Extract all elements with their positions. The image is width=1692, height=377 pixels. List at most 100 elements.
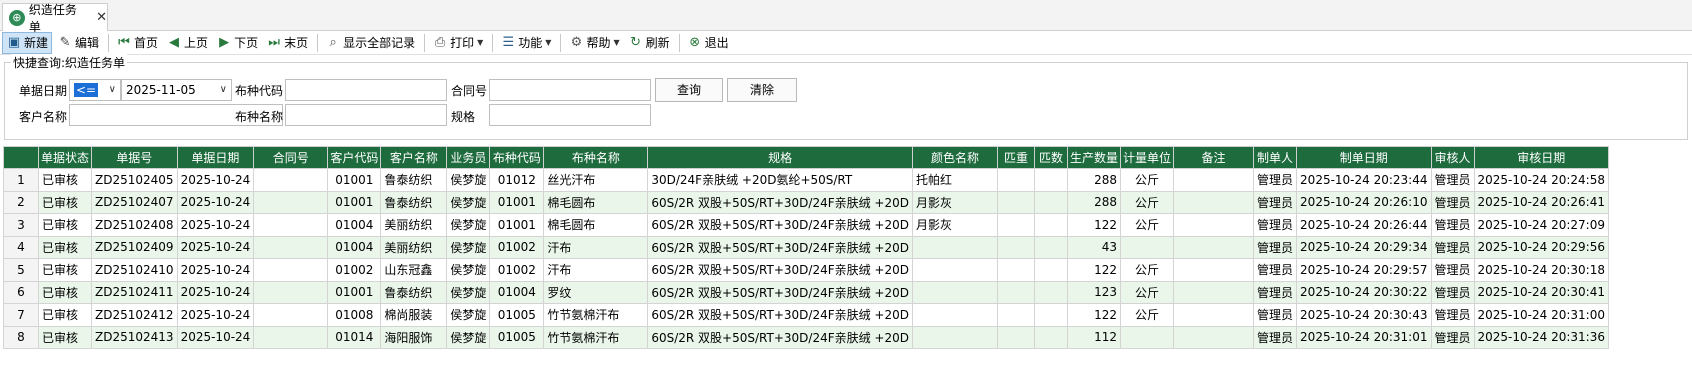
cell-piece-weight (997, 303, 1035, 327)
cell-quantity: 288 (1066, 168, 1122, 192)
prev-page-label: 上页 (184, 36, 209, 50)
refresh-button[interactable]: ↻ 刷新 (625, 32, 673, 54)
print-label: 打印 (450, 36, 475, 50)
quick-query-legend: 快捷查询:织造任务单 (11, 54, 128, 71)
cell-color-name (912, 235, 998, 259)
cell-remark (1173, 280, 1255, 304)
column-header-cloth-name[interactable]: 布种名称 (543, 146, 649, 169)
column-header-doc-date[interactable]: 单据日期 (176, 146, 255, 169)
table-row[interactable]: 2 已审核 ZD25102407 2025-10-24 01001 鲁泰纺织 侯梦旋 0100… (3, 190, 1609, 214)
cell-piece-count (1034, 303, 1068, 327)
cell-row-number: 3 (3, 213, 39, 237)
function-button[interactable]: ☰ 功能 ▼ (497, 32, 554, 54)
cell-review-date: 2025-10-24 20:24:58 (1473, 168, 1609, 192)
last-page-button[interactable]: ⏭ 末页 (263, 32, 311, 54)
cell-review-date: 2025-10-24 20:31:36 (1473, 325, 1609, 349)
column-header-cloth-code[interactable]: 布种代码 (489, 146, 545, 169)
column-header-create-date[interactable]: 制单日期 (1296, 146, 1432, 169)
cell-creator: 管理员 (1253, 303, 1298, 327)
cell-quantity: 123 (1066, 280, 1122, 304)
column-header-quantity[interactable]: 生产数量 (1066, 146, 1122, 169)
column-header-color-name[interactable]: 颜色名称 (912, 146, 998, 169)
cell-reviewer: 管理员 (1430, 168, 1475, 192)
exit-button[interactable]: ⊗ 退出 (684, 32, 732, 54)
prev-page-button[interactable]: ◀ 上页 (163, 32, 211, 54)
column-header-review-date[interactable]: 审核日期 (1473, 146, 1609, 169)
table-row[interactable]: 8 已审核 ZD25102413 2025-10-24 01014 海阳服饰 侯梦旋 0100… (3, 325, 1609, 349)
cloth-name-input[interactable] (285, 104, 447, 126)
date-picker[interactable]: 2025-11-05 ∨ (121, 79, 232, 101)
cell-cloth-name: 竹节氨棉汗布 (543, 325, 649, 349)
column-header-customer-name[interactable]: 客户名称 (380, 146, 448, 169)
column-header-piece-weight[interactable]: 匹重 (997, 146, 1035, 169)
print-button[interactable]: ⎙ 打印 ▼ (429, 32, 486, 54)
date-operator-value: <= (74, 83, 99, 97)
contract-input[interactable] (489, 79, 651, 101)
cell-quantity: 122 (1066, 303, 1122, 327)
column-header-piece-count[interactable]: 匹数 (1034, 146, 1068, 169)
column-header-spec[interactable]: 规格 (647, 146, 913, 169)
table-row[interactable]: 6 已审核 ZD25102411 2025-10-24 01001 鲁泰纺织 侯梦旋 0100… (3, 280, 1609, 304)
cell-reviewer: 管理员 (1430, 280, 1475, 304)
cell-spec: 30D/24F亲肤绒 +20D氨纶+50S/RT (647, 168, 913, 192)
cell-review-date: 2025-10-24 20:30:41 (1473, 280, 1609, 304)
task-grid: 单据状态 单据号 单据日期 合同号 客户代码 客户名称 业务员 布种代码 布种名称 规格 颜色名称匹… (3, 146, 1609, 349)
cloth-code-input[interactable] (285, 79, 447, 101)
help-button[interactable]: ⚙ 帮助 ▼ (565, 32, 622, 54)
cell-doc-number: ZD25102405 (91, 168, 178, 192)
table-row[interactable]: 4 已审核 ZD25102409 2025-10-24 01004 美丽纺织 侯梦旋 0100… (3, 235, 1609, 259)
cell-customer-code: 01002 (327, 258, 382, 282)
cell-salesperson: 侯梦旋 (446, 258, 491, 282)
column-header-reviewer[interactable]: 审核人 (1430, 146, 1475, 169)
cell-review-date: 2025-10-24 20:29:56 (1473, 235, 1609, 259)
cell-review-date: 2025-10-24 20:30:18 (1473, 258, 1609, 282)
cell-cloth-name: 丝光汗布 (543, 168, 649, 192)
cell-cloth-code: 01001 (489, 213, 545, 237)
column-header-creator[interactable]: 制单人 (1253, 146, 1298, 169)
first-page-button[interactable]: ⏮ 首页 (113, 32, 161, 54)
cell-row-number: 6 (3, 280, 39, 304)
first-page-label: 首页 (134, 36, 159, 50)
toolbar-separator (560, 33, 562, 52)
cell-create-date: 2025-10-24 20:30:22 (1296, 280, 1432, 304)
query-button[interactable]: 查询 (655, 78, 723, 102)
cell-unit (1120, 325, 1175, 349)
cell-row-number: 5 (3, 258, 39, 282)
column-header-row-number[interactable] (3, 146, 39, 169)
chevron-down-icon: ▼ (613, 38, 620, 47)
cell-reviewer: 管理员 (1430, 235, 1475, 259)
cell-quantity: 122 (1066, 213, 1122, 237)
cell-creator: 管理员 (1253, 190, 1298, 214)
close-icon[interactable]: ✕ (96, 10, 107, 25)
tab-weaving-task[interactable]: ⊕ 织造任务单 ✕ (2, 3, 108, 34)
edit-label: 编辑 (75, 36, 100, 50)
cell-piece-count (1034, 168, 1068, 192)
list-icon: ☰ (502, 34, 515, 50)
cell-create-date: 2025-10-24 20:23:44 (1296, 168, 1432, 192)
next-page-button[interactable]: ▶ 下页 (213, 32, 261, 54)
column-header-doc-number[interactable]: 单据号 (91, 146, 178, 169)
table-row[interactable]: 1 已审核 ZD25102405 2025-10-24 01001 鲁泰纺织 侯梦旋 0101… (3, 168, 1609, 192)
cell-piece-weight (997, 258, 1035, 282)
clear-button[interactable]: 清除 (727, 78, 797, 102)
table-row[interactable]: 7 已审核 ZD25102412 2025-10-24 01008 棉尚服装 侯梦旋 0100… (3, 303, 1609, 327)
cell-doc-number: ZD25102407 (91, 190, 178, 214)
table-row[interactable]: 3 已审核 ZD25102408 2025-10-24 01004 美丽纺织 侯梦旋 0100… (3, 213, 1609, 237)
cell-contract (253, 303, 329, 327)
date-operator-select[interactable]: <= ∨ (69, 79, 121, 101)
table-row[interactable]: 5 已审核 ZD25102410 2025-10-24 01002 山东冠鑫 侯梦旋 0100… (3, 258, 1609, 282)
help-icon: ⚙ (570, 34, 583, 50)
new-button[interactable]: ▣ 新建 (2, 31, 53, 54)
column-header-unit[interactable]: 计量单位 (1120, 146, 1175, 169)
column-header-salesperson[interactable]: 业务员 (446, 146, 491, 169)
edit-button[interactable]: ✎ 编辑 (54, 32, 102, 54)
column-header-status[interactable]: 单据状态 (37, 146, 93, 169)
cloth-name-label: 布种名称 (235, 110, 284, 124)
column-header-remark[interactable]: 备注 (1173, 146, 1255, 169)
column-header-customer-code[interactable]: 客户代码 (327, 146, 382, 169)
spec-input[interactable] (489, 104, 651, 126)
cell-review-date: 2025-10-24 20:27:09 (1473, 213, 1609, 237)
show-all-button[interactable]: ⌕ 显示全部记录 (322, 32, 418, 54)
cell-quantity: 288 (1066, 190, 1122, 214)
column-header-contract[interactable]: 合同号 (253, 146, 329, 169)
